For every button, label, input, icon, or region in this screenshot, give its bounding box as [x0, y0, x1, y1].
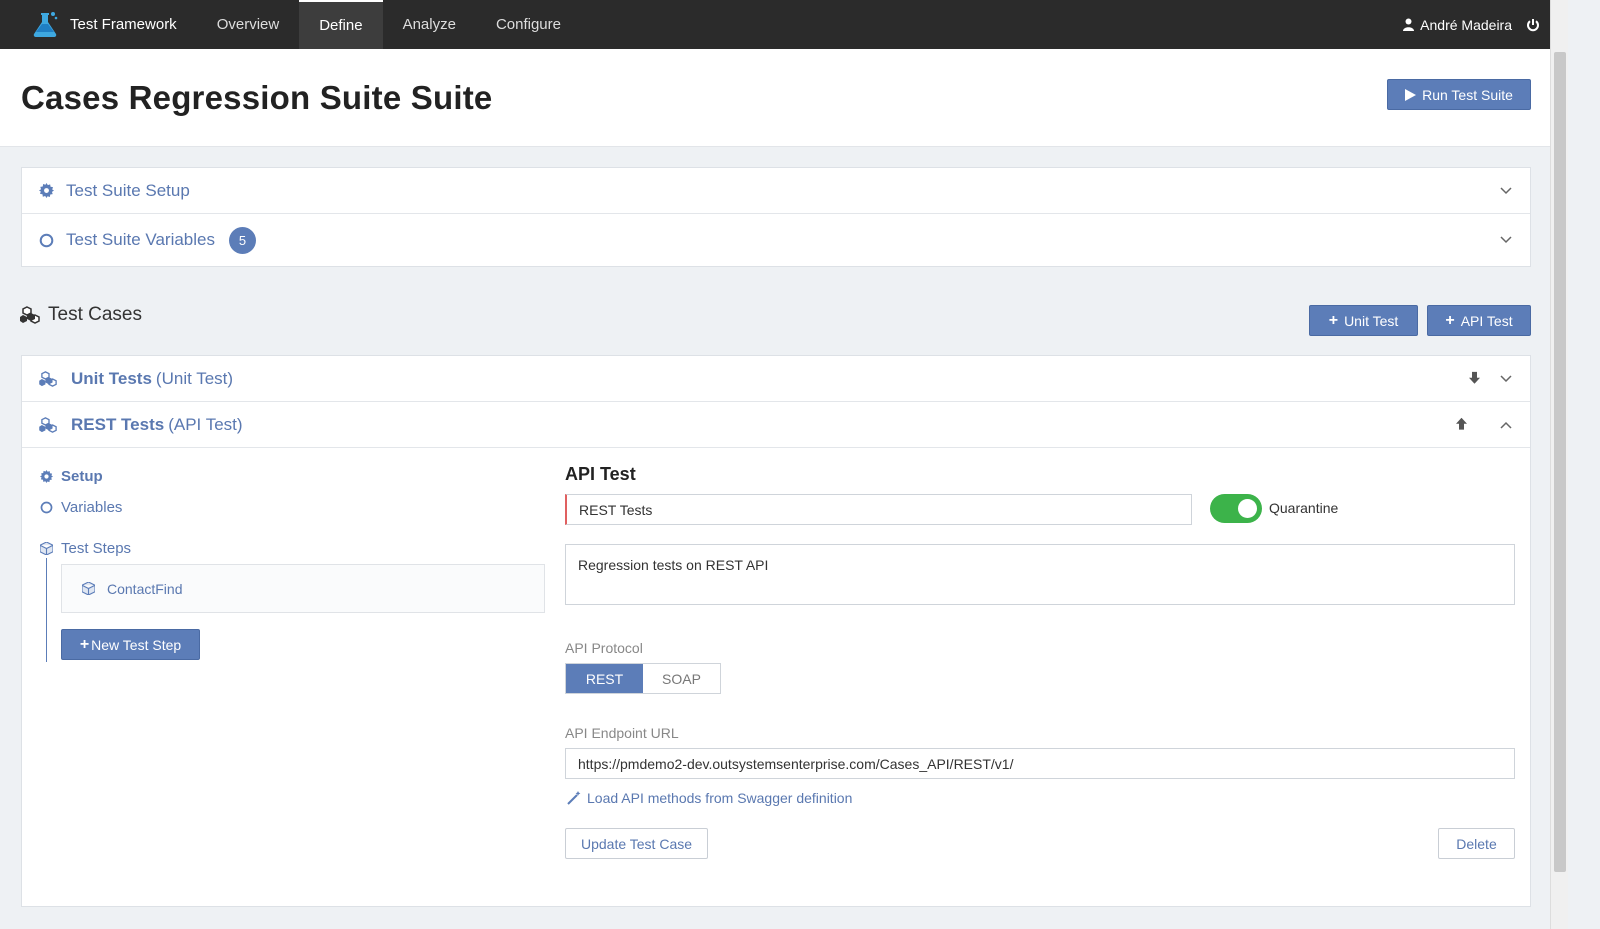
menu-setup-label: Setup: [61, 467, 103, 485]
gear-icon: [40, 469, 53, 483]
chevron-up-icon[interactable]: [1500, 421, 1512, 429]
plus-icon: +: [1328, 311, 1339, 329]
brand[interactable]: Test Framework: [0, 0, 177, 49]
menu-test-steps-label: Test Steps: [61, 539, 132, 557]
test-case-row-rest[interactable]: REST Tests (API Test): [22, 402, 1530, 448]
cubes-icon: [39, 370, 57, 387]
protocol-rest-option[interactable]: REST: [566, 664, 643, 693]
form-title: API Test: [565, 464, 636, 484]
run-test-suite-button[interactable]: Run Test Suite: [1387, 79, 1531, 110]
new-test-step-button[interactable]: + New Test Step: [61, 629, 200, 660]
description-textarea[interactable]: Regression tests on REST API: [565, 544, 1515, 605]
suite-panel: Test Suite Setup Test Suite Variables 5: [21, 167, 1531, 267]
plus-icon: +: [1445, 311, 1455, 329]
main-nav: Overview Define Analyze Configure: [197, 0, 581, 49]
move-up-icon[interactable]: [1456, 417, 1467, 430]
test-step-label: ContactFind: [107, 580, 183, 597]
menu-setup[interactable]: Setup: [40, 466, 131, 486]
swagger-link[interactable]: Load API methods from Swagger definition: [567, 790, 852, 806]
plus-icon: +: [79, 635, 90, 653]
power-icon[interactable]: [1526, 18, 1540, 32]
cube-icon: [82, 582, 95, 595]
protocol-soap-option[interactable]: SOAP: [643, 664, 720, 693]
quarantine-toggle[interactable]: [1210, 494, 1262, 523]
add-api-test-button[interactable]: + API Test: [1427, 305, 1531, 336]
quarantine-label: Quarantine: [1269, 500, 1339, 516]
add-api-test-label: API Test: [1460, 312, 1513, 329]
chevron-down-icon[interactable]: [1500, 186, 1512, 195]
suite-variables-row[interactable]: Test Suite Variables 5: [22, 214, 1530, 266]
test-cases-title: Test Cases: [48, 304, 142, 325]
test-steps-list: ContactFind + New Test Step: [46, 558, 546, 662]
suite-setup-label: Test Suite Setup: [66, 180, 190, 200]
test-case-name: REST Tests: [71, 414, 165, 434]
menu-test-steps[interactable]: Test Steps: [40, 538, 131, 558]
api-protocol-label: API Protocol: [565, 640, 643, 656]
api-test-form: API Test REST Tests Quarantine Regressio…: [565, 464, 1515, 859]
endpoint-url-label: API Endpoint URL: [565, 725, 679, 741]
play-icon: [1405, 88, 1417, 101]
variables-count-badge: 5: [228, 226, 256, 254]
test-case-name: Unit Tests: [71, 368, 152, 388]
cubes-icon: [39, 416, 57, 433]
new-test-step-label: New Test Step: [91, 636, 182, 653]
chevron-down-icon[interactable]: [1500, 374, 1512, 383]
suite-setup-row[interactable]: Test Suite Setup: [22, 168, 1530, 214]
protocol-selector: REST SOAP: [565, 663, 721, 694]
nav-define[interactable]: Define: [299, 0, 383, 49]
brand-name: Test Framework: [70, 16, 177, 33]
circle-icon: [39, 233, 54, 247]
nav-analyze[interactable]: Analyze: [383, 0, 476, 49]
swagger-link-label: Load API methods from Swagger definition: [587, 790, 853, 806]
run-test-suite-label: Run Test Suite: [1422, 86, 1513, 103]
page-title: Cases Regression Suite Suite: [21, 79, 493, 116]
test-cases-panel: Unit Tests (Unit Test) REST Tests (API T…: [21, 355, 1531, 907]
add-unit-test-button[interactable]: + Unit Test: [1309, 305, 1418, 336]
top-navbar: Test Framework Overview Define Analyze C…: [0, 0, 1568, 49]
case-menu: Setup Variables Test Steps: [40, 466, 131, 558]
test-case-type: (API Test): [168, 414, 243, 434]
delete-button[interactable]: Delete: [1438, 828, 1515, 859]
add-unit-test-label: Unit Test: [1344, 312, 1399, 329]
nav-configure[interactable]: Configure: [476, 0, 581, 49]
test-cases-heading: Test Cases: [20, 304, 142, 326]
scrollbar-thumb[interactable]: [1554, 52, 1566, 872]
magic-wand-icon: [567, 791, 581, 805]
test-step-item[interactable]: ContactFind: [61, 564, 545, 613]
flask-logo-icon: [33, 11, 58, 37]
toggle-knob: [1238, 499, 1257, 518]
user-menu[interactable]: André Madeira: [1403, 0, 1540, 49]
page-header: Cases Regression Suite Suite Run Test Su…: [0, 49, 1550, 147]
cubes-icon: [20, 306, 40, 324]
circle-icon: [40, 501, 53, 513]
update-test-case-button[interactable]: Update Test Case: [565, 828, 708, 859]
suite-variables-label: Test Suite Variables: [66, 230, 215, 249]
test-case-detail: Setup Variables Test Steps ContactFind +…: [22, 448, 1530, 908]
test-case-row-unit[interactable]: Unit Tests (Unit Test): [22, 356, 1530, 402]
gear-icon: [39, 183, 54, 198]
test-case-name-input[interactable]: REST Tests: [565, 494, 1192, 525]
endpoint-url-input[interactable]: https://pmdemo2-dev.outsystemsenterprise…: [565, 748, 1515, 779]
nav-overview[interactable]: Overview: [197, 0, 300, 49]
test-case-type: (Unit Test): [155, 368, 234, 388]
chevron-down-icon[interactable]: [1500, 236, 1512, 244]
menu-variables[interactable]: Variables: [40, 497, 131, 517]
vertical-scrollbar[interactable]: [1550, 0, 1568, 929]
user-name: André Madeira: [1420, 16, 1512, 33]
cube-icon: [40, 541, 53, 555]
move-down-icon[interactable]: [1469, 371, 1480, 384]
menu-variables-label: Variables: [61, 498, 123, 516]
user-icon: [1403, 18, 1415, 31]
